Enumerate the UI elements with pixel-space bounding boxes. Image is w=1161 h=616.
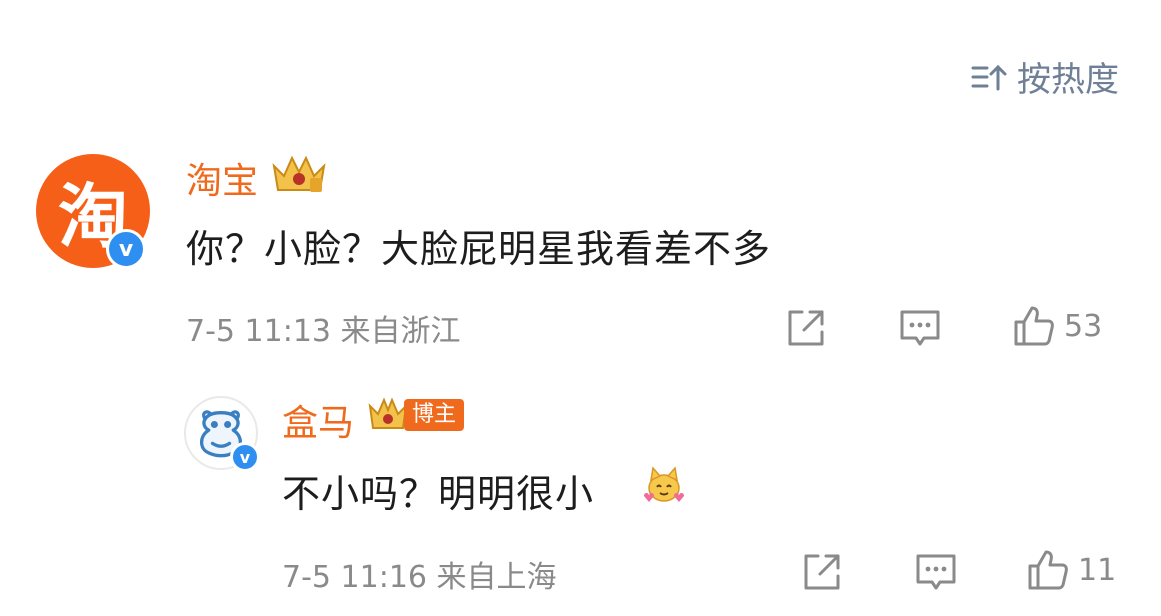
cat-hearts-emoji-icon xyxy=(644,466,684,502)
reply-author[interactable]: 盒马 xyxy=(282,394,354,446)
thumbs-up-icon xyxy=(1028,550,1068,590)
like-count: 11 xyxy=(1078,552,1117,588)
verified-icon: v xyxy=(106,229,146,269)
comment-icon xyxy=(900,310,940,346)
comment-author[interactable]: 淘宝 xyxy=(186,152,258,204)
reply-time: 7-5 11:16 xyxy=(282,560,427,595)
share-icon xyxy=(788,310,824,346)
thumbs-up-icon xyxy=(1014,306,1054,346)
crown-badge-icon xyxy=(272,155,326,192)
reply-meta: 7-5 11:16 来自上海 xyxy=(282,552,557,596)
share-icon xyxy=(804,554,840,590)
like-count: 53 xyxy=(1064,308,1103,344)
reply-location: 来自上海 xyxy=(436,560,557,595)
reply-text: 不小吗？明明很小 xyxy=(282,472,595,516)
comment-meta: 7-5 11:13 来自浙江 xyxy=(186,306,461,350)
like-button[interactable]: 53 xyxy=(1012,304,1102,348)
sort-icon xyxy=(971,64,1007,90)
comment-time: 7-5 11:13 xyxy=(186,314,331,349)
share-button[interactable] xyxy=(784,306,828,350)
like-button[interactable]: 11 xyxy=(1026,548,1116,592)
comment-icon xyxy=(916,554,956,590)
sort-label: 按热度 xyxy=(1017,60,1119,100)
share-button[interactable] xyxy=(800,550,844,594)
comment-button[interactable] xyxy=(898,306,942,350)
verified-icon: v xyxy=(230,442,260,472)
comment-button[interactable] xyxy=(914,550,958,594)
sort-by-heat-button[interactable]: 按热度 xyxy=(971,52,1119,101)
crown-badge-icon xyxy=(368,397,408,429)
comment-text: 你？小脸？大脸屁明星我看差不多 xyxy=(186,227,772,271)
comment-location: 来自浙江 xyxy=(340,314,461,349)
blogger-badge: 博主 xyxy=(404,399,465,431)
